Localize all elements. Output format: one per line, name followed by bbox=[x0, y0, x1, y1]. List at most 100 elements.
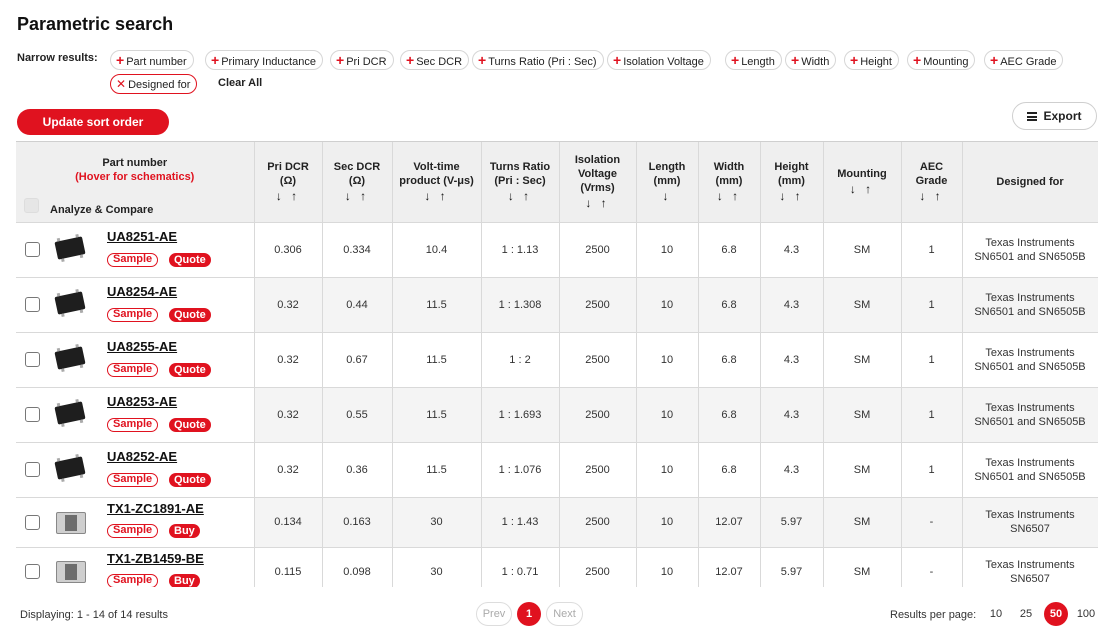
part-number-link[interactable]: TX1-ZB1459-BE bbox=[107, 551, 204, 566]
filter-chip-label: Isolation Voltage bbox=[623, 56, 704, 68]
column-header-height[interactable]: Height (mm) ↓ ↑ bbox=[760, 142, 824, 223]
filter-chip-sec-dcr[interactable]: + Sec DCR bbox=[400, 50, 470, 70]
sample-button[interactable]: Sample bbox=[107, 362, 159, 377]
export-label: Export bbox=[1043, 109, 1082, 123]
table-row: UA8254-AE Sample Quote 0.32 0.44 11.5 1 : 1.30… bbox=[16, 277, 1098, 333]
filter-chip-height[interactable]: + Height bbox=[844, 50, 899, 70]
cell-isolation-voltage: 2500 bbox=[559, 277, 637, 333]
quote-button[interactable]: Quote bbox=[169, 417, 211, 432]
transformer-icon[interactable] bbox=[56, 511, 86, 534]
filter-chip-aec-grade[interactable]: + AEC Grade bbox=[984, 50, 1064, 70]
column-header-length[interactable]: Length (mm) ↓ bbox=[636, 142, 699, 223]
smd-chip-icon[interactable] bbox=[54, 455, 86, 480]
column-header-width[interactable]: Width (mm) ↓ ↑ bbox=[698, 142, 761, 223]
filter-chip-designed-for-active[interactable]: ✕ Designed for bbox=[110, 74, 198, 94]
buy-button[interactable]: Buy bbox=[169, 523, 200, 538]
cell-volt-time-product-v-s: 10.4 bbox=[392, 222, 482, 278]
column-header-aec-grade[interactable]: AEC Grade ↓ ↑ bbox=[901, 142, 963, 223]
sample-button[interactable]: Sample bbox=[107, 252, 159, 267]
quote-button[interactable]: Quote bbox=[169, 472, 211, 487]
buy-button[interactable]: Buy bbox=[169, 573, 200, 587]
next-page-button[interactable]: Next bbox=[546, 602, 583, 626]
sample-button[interactable]: Sample bbox=[107, 307, 159, 322]
sort-arrows-icon[interactable]: ↓ ↑ bbox=[828, 182, 897, 196]
current-page-indicator[interactable]: 1 bbox=[517, 602, 541, 626]
sort-arrows-icon[interactable]: ↓ ↑ bbox=[486, 189, 555, 203]
smd-chip-icon[interactable] bbox=[54, 235, 86, 260]
smd-chip-icon[interactable] bbox=[54, 345, 86, 370]
prev-page-button[interactable]: Prev bbox=[476, 602, 512, 626]
compare-checkbox[interactable] bbox=[25, 461, 40, 477]
sort-arrows-icon[interactable]: ↓ ↑ bbox=[327, 189, 388, 203]
part-number-link[interactable]: UA8254-AE bbox=[107, 284, 177, 299]
column-header-mounting[interactable]: Mounting ↓ ↑ bbox=[823, 142, 902, 223]
part-cell: TX1-ZC1891-AE Sample Buy bbox=[16, 497, 255, 548]
filter-chip-pri-dcr[interactable]: + Pri DCR bbox=[330, 50, 394, 70]
part-number-link[interactable]: UA8255-AE bbox=[107, 339, 177, 354]
part-number-link[interactable]: UA8251-AE bbox=[107, 229, 177, 244]
sample-button[interactable]: Sample bbox=[107, 472, 159, 487]
compare-checkbox[interactable] bbox=[25, 351, 40, 367]
select-all-checkbox[interactable] bbox=[24, 198, 39, 213]
sort-arrows-icon[interactable]: ↓ ↑ bbox=[703, 189, 756, 203]
column-header-pri-dcr[interactable]: Pri DCR (Ω) ↓ ↑ bbox=[254, 142, 323, 223]
results-per-page-10[interactable]: 10 bbox=[984, 602, 1008, 626]
cell-designed-for: Texas Instruments SN6501 and SN6505B bbox=[962, 442, 1098, 498]
compare-checkbox[interactable] bbox=[25, 296, 40, 312]
column-unit: (Ω) bbox=[279, 175, 297, 188]
clear-all-link[interactable]: Clear All bbox=[218, 77, 262, 89]
sample-button[interactable]: Sample bbox=[107, 523, 159, 538]
transformer-icon[interactable] bbox=[56, 560, 86, 583]
sort-arrows-icon[interactable]: ↓ ↑ bbox=[397, 189, 477, 203]
export-button[interactable]: Export bbox=[1012, 102, 1097, 130]
compare-checkbox[interactable] bbox=[25, 563, 40, 579]
compare-checkbox[interactable] bbox=[25, 241, 40, 257]
sort-arrows-icon[interactable]: ↓ ↑ bbox=[259, 189, 318, 203]
cell-turns-ratio: 1 : 1.076 bbox=[481, 442, 560, 498]
cell-designed-for: Texas Instruments SN6507 bbox=[962, 497, 1098, 548]
quote-button[interactable]: Quote bbox=[169, 362, 211, 377]
filter-chip-isolation-voltage[interactable]: + Isolation Voltage bbox=[607, 50, 711, 70]
sort-arrows-icon[interactable]: ↓ bbox=[641, 189, 694, 203]
table-row: UA8252-AE Sample Quote 0.32 0.36 11.5 1 : 1.07… bbox=[16, 442, 1098, 498]
compare-checkbox[interactable] bbox=[25, 514, 40, 530]
part-number-link[interactable]: UA8252-AE bbox=[107, 449, 177, 464]
cell-pri-dcr: 0.134 bbox=[254, 497, 323, 548]
table-row: UA8251-AE Sample Quote 0.306 0.334 10.4 1 : 1.… bbox=[16, 222, 1098, 278]
results-per-page-25[interactable]: 25 bbox=[1014, 602, 1038, 626]
smd-chip-icon[interactable] bbox=[54, 290, 86, 315]
quote-button[interactable]: Quote bbox=[169, 252, 211, 267]
sort-arrows-icon[interactable]: ↓ ↑ bbox=[564, 196, 632, 210]
column-header-designed-for[interactable]: Designed for bbox=[962, 142, 1098, 223]
filter-chip-part-number[interactable]: + Part number bbox=[110, 50, 194, 70]
filter-chip-turns-ratio-pri-sec[interactable]: + Turns Ratio (Pri : Sec) bbox=[472, 50, 604, 70]
column-unit: (Pri : Sec) bbox=[494, 175, 546, 188]
compare-checkbox[interactable] bbox=[25, 406, 40, 422]
sort-arrows-icon[interactable]: ↓ ↑ bbox=[765, 189, 819, 203]
cell-turns-ratio: 1 : 1.308 bbox=[481, 277, 560, 333]
filter-chip-label: AEC Grade bbox=[1000, 56, 1057, 68]
column-header-turns-ratio[interactable]: Turns Ratio (Pri : Sec) ↓ ↑ bbox=[481, 142, 560, 223]
filter-chip-primary-inductance[interactable]: + Primary Inductance bbox=[205, 50, 323, 70]
filter-chip-width[interactable]: + Width bbox=[785, 50, 837, 70]
results-per-page-100[interactable]: 100 bbox=[1074, 602, 1098, 626]
filter-chip-mounting[interactable]: + Mounting bbox=[907, 50, 976, 70]
quote-button[interactable]: Quote bbox=[169, 307, 211, 322]
sample-button[interactable]: Sample bbox=[107, 417, 159, 432]
update-sort-order-button[interactable]: Update sort order bbox=[17, 109, 169, 135]
remove-filter-icon[interactable]: ✕ bbox=[116, 77, 126, 91]
smd-chip-icon[interactable] bbox=[54, 400, 86, 425]
column-header-isolation-voltage[interactable]: Isolation Voltage (Vrms) ↓ ↑ bbox=[559, 142, 637, 223]
part-number-link[interactable]: UA8253-AE bbox=[107, 394, 177, 409]
cell-aec-grade: - bbox=[901, 497, 963, 548]
cell-aec-grade: 1 bbox=[901, 387, 963, 443]
results-per-page-50[interactable]: 50 bbox=[1044, 602, 1068, 626]
column-header-volt-time-product-v-s[interactable]: Volt-time product (V-μs) ↓ ↑ bbox=[392, 142, 482, 223]
plus-icon: + bbox=[850, 52, 859, 68]
sample-button[interactable]: Sample bbox=[107, 573, 159, 587]
column-header-sec-dcr[interactable]: Sec DCR (Ω) ↓ ↑ bbox=[322, 142, 393, 223]
part-number-link[interactable]: TX1-ZC1891-AE bbox=[107, 501, 204, 516]
filter-chip-length[interactable]: + Length bbox=[725, 50, 782, 70]
menu-lines-icon bbox=[1027, 112, 1038, 121]
sort-arrows-icon[interactable]: ↓ ↑ bbox=[906, 189, 958, 203]
